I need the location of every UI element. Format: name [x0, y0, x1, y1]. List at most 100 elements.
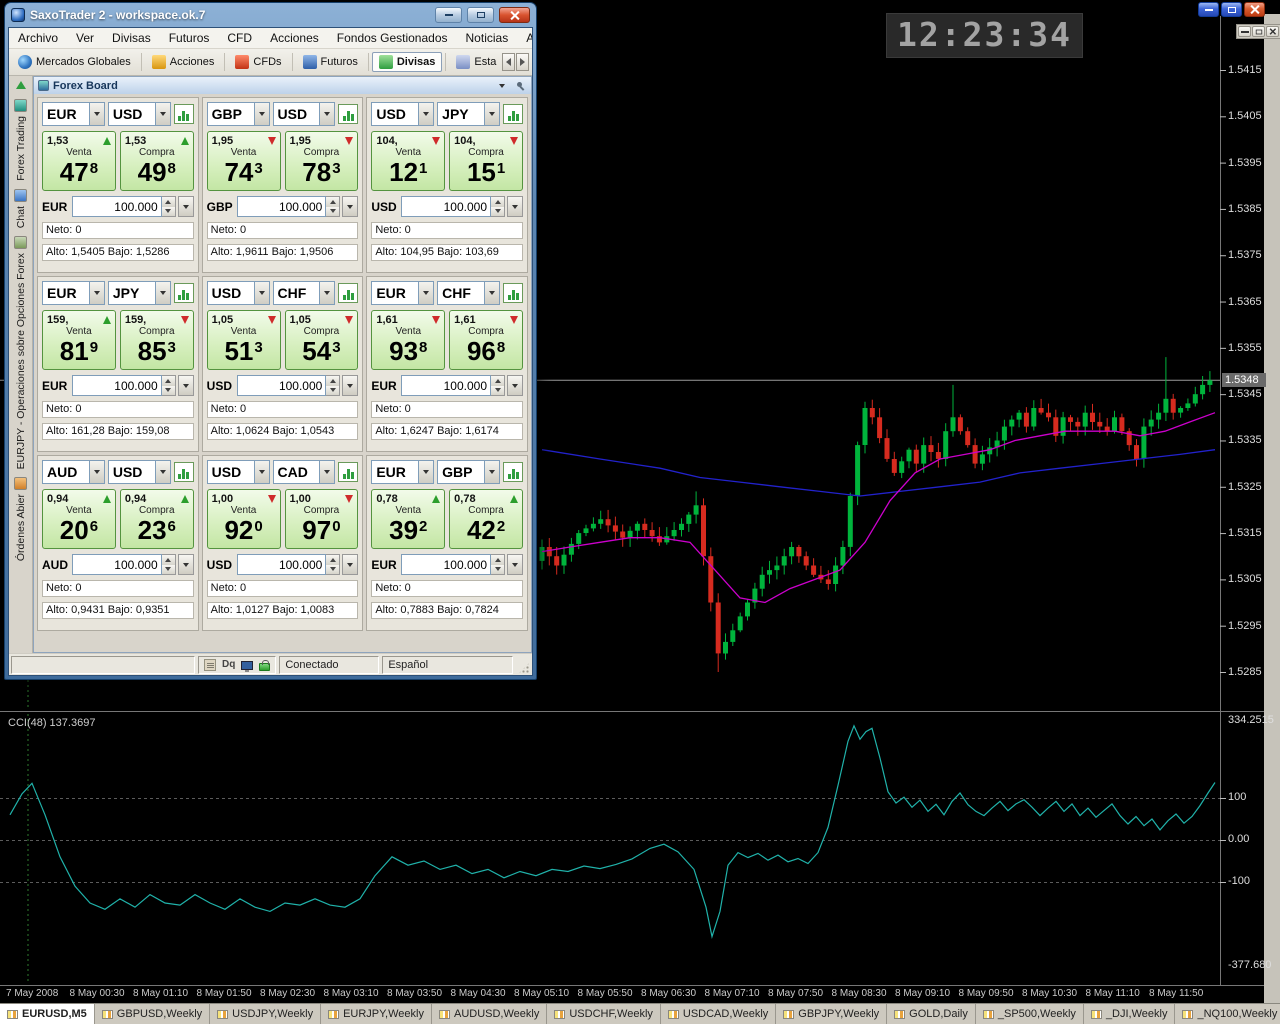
menu-item-noticias[interactable]: Noticias: [457, 31, 518, 45]
amount-dropdown-icon[interactable]: [507, 375, 523, 396]
chart-tab-nq100-weekly[interactable]: _NQ100,Weekly: [1175, 1004, 1280, 1024]
spinner-down-icon[interactable]: [491, 386, 504, 396]
toolbar-item-acciones[interactable]: Acciones: [145, 52, 222, 72]
chevron-down-icon[interactable]: [319, 461, 334, 483]
chevron-down-icon[interactable]: [319, 282, 334, 304]
chart-restore-icon[interactable]: [1252, 26, 1265, 37]
amount-input[interactable]: 100.000: [72, 375, 162, 396]
currency2-select[interactable]: JPY: [437, 102, 500, 126]
amount-dropdown-icon[interactable]: [178, 375, 194, 396]
open-chart-button[interactable]: [174, 104, 194, 124]
spinner-up-icon[interactable]: [162, 555, 175, 565]
chart-tab-usdcad-weekly[interactable]: USDCAD,Weekly: [661, 1004, 776, 1024]
buy-price-button[interactable]: 1,00 Compra 970: [285, 489, 359, 549]
chevron-down-icon[interactable]: [254, 103, 269, 125]
menu-item-acciones[interactable]: Acciones: [261, 31, 328, 45]
currency1-select[interactable]: GBP: [207, 102, 270, 126]
currency1-select[interactable]: EUR: [371, 281, 434, 305]
maximize-button[interactable]: [467, 7, 494, 23]
spinner-up-icon[interactable]: [162, 376, 175, 386]
currency2-select[interactable]: USD: [108, 460, 171, 484]
currency2-select[interactable]: JPY: [108, 281, 171, 305]
chevron-down-icon[interactable]: [484, 282, 499, 304]
toolbar-item-futuros[interactable]: Futuros: [296, 52, 365, 72]
close-button[interactable]: [499, 7, 530, 23]
sell-price-button[interactable]: 1,95 Venta 743: [207, 131, 281, 191]
sell-price-button[interactable]: 104, Venta 121: [371, 131, 445, 191]
chevron-down-icon[interactable]: [89, 282, 104, 304]
spinner-down-icon[interactable]: [491, 565, 504, 575]
open-chart-button[interactable]: [338, 104, 358, 124]
sell-price-button[interactable]: 1,61 Venta 938: [371, 310, 445, 370]
menu-item-divisas[interactable]: Divisas: [103, 31, 160, 45]
open-chart-button[interactable]: [338, 462, 358, 482]
amount-dropdown-icon[interactable]: [342, 375, 358, 396]
chevron-down-icon[interactable]: [418, 103, 433, 125]
chevron-down-icon[interactable]: [89, 103, 104, 125]
menu-item-fondos-gestionados[interactable]: Fondos Gestionados: [328, 31, 457, 45]
amount-input[interactable]: 100.000: [237, 554, 327, 575]
amount-dropdown-icon[interactable]: [342, 554, 358, 575]
currency1-select[interactable]: USD: [371, 102, 434, 126]
chart-tab-sp500-weekly[interactable]: _SP500,Weekly: [976, 1004, 1084, 1024]
chart-close-icon[interactable]: [1266, 26, 1279, 37]
currency2-select[interactable]: CHF: [273, 281, 336, 305]
open-chart-button[interactable]: [338, 283, 358, 303]
buy-price-button[interactable]: 1,53 Compra 498: [120, 131, 194, 191]
toolbar-scroll-left-icon[interactable]: [502, 53, 515, 71]
chart-tab-eurusd-m5[interactable]: EURUSD,M5: [0, 1004, 95, 1024]
toolbar-item-divisas[interactable]: Divisas: [372, 52, 443, 72]
chevron-down-icon[interactable]: [155, 282, 170, 304]
sell-price-button[interactable]: 0,78 Venta 392: [371, 489, 445, 549]
amount-input[interactable]: 100.000: [72, 196, 162, 217]
close-icon[interactable]: [1244, 2, 1265, 17]
restore-icon[interactable]: [1221, 2, 1242, 17]
sidebar-tab-eurjpy-operaciones-sobre-opciones-[interactable]: EURJPY - Operaciones sobre Opciones Fore…: [14, 236, 27, 469]
spinner-down-icon[interactable]: [162, 207, 175, 217]
chevron-down-icon[interactable]: [484, 461, 499, 483]
amount-input[interactable]: 100.000: [401, 554, 491, 575]
spinner-down-icon[interactable]: [326, 565, 339, 575]
currency1-select[interactable]: EUR: [42, 102, 105, 126]
amount-dropdown-icon[interactable]: [342, 196, 358, 217]
spinner-up-icon[interactable]: [326, 555, 339, 565]
toolbar-item-cfds[interactable]: CFDs: [228, 52, 288, 72]
chart-tab-dji-weekly[interactable]: _DJI,Weekly: [1084, 1004, 1176, 1024]
chart-tab-eurjpy-weekly[interactable]: EURJPY,Weekly: [321, 1004, 432, 1024]
spinner-up-icon[interactable]: [491, 197, 504, 207]
menu-item-futuros[interactable]: Futuros: [160, 31, 219, 45]
amount-dropdown-icon[interactable]: [507, 196, 523, 217]
sell-price-button[interactable]: 1,00 Venta 920: [207, 489, 281, 549]
chevron-down-icon[interactable]: [418, 282, 433, 304]
chevron-down-icon[interactable]: [254, 282, 269, 304]
sidebar-tab-rdenes-abier[interactable]: Órdenes Abier: [14, 477, 27, 561]
amount-input[interactable]: 100.000: [401, 375, 491, 396]
menu-item-archivo[interactable]: Archivo: [9, 31, 67, 45]
chart-minimize-icon[interactable]: [1238, 26, 1251, 37]
panel-menu-chevron-icon[interactable]: [495, 79, 509, 92]
spinner-down-icon[interactable]: [326, 386, 339, 396]
open-chart-button[interactable]: [174, 283, 194, 303]
open-chart-button[interactable]: [503, 462, 523, 482]
menu-item-a[interactable]: A: [517, 31, 532, 45]
minimize-icon[interactable]: [1198, 2, 1219, 17]
buy-price-button[interactable]: 0,78 Compra 422: [449, 489, 523, 549]
sell-price-button[interactable]: 1,05 Venta 513: [207, 310, 281, 370]
open-chart-button[interactable]: [174, 462, 194, 482]
amount-input[interactable]: 100.000: [237, 375, 327, 396]
buy-price-button[interactable]: 159, Compra 853: [120, 310, 194, 370]
chevron-down-icon[interactable]: [155, 103, 170, 125]
sidebar-scroll-up-icon[interactable]: [14, 79, 28, 91]
buy-price-button[interactable]: 0,94 Compra 236: [120, 489, 194, 549]
spinner-up-icon[interactable]: [491, 555, 504, 565]
spinner-down-icon[interactable]: [491, 207, 504, 217]
amount-dropdown-icon[interactable]: [507, 554, 523, 575]
spinner-up-icon[interactable]: [326, 376, 339, 386]
chevron-down-icon[interactable]: [254, 461, 269, 483]
toolbar-item-mercados-globales[interactable]: Mercados Globales: [11, 52, 138, 72]
sell-price-button[interactable]: 159, Venta 819: [42, 310, 116, 370]
currency1-select[interactable]: EUR: [371, 460, 434, 484]
amount-dropdown-icon[interactable]: [178, 196, 194, 217]
resize-grip[interactable]: [518, 662, 530, 674]
chart-tab-usdchf-weekly[interactable]: USDCHF,Weekly: [547, 1004, 661, 1024]
